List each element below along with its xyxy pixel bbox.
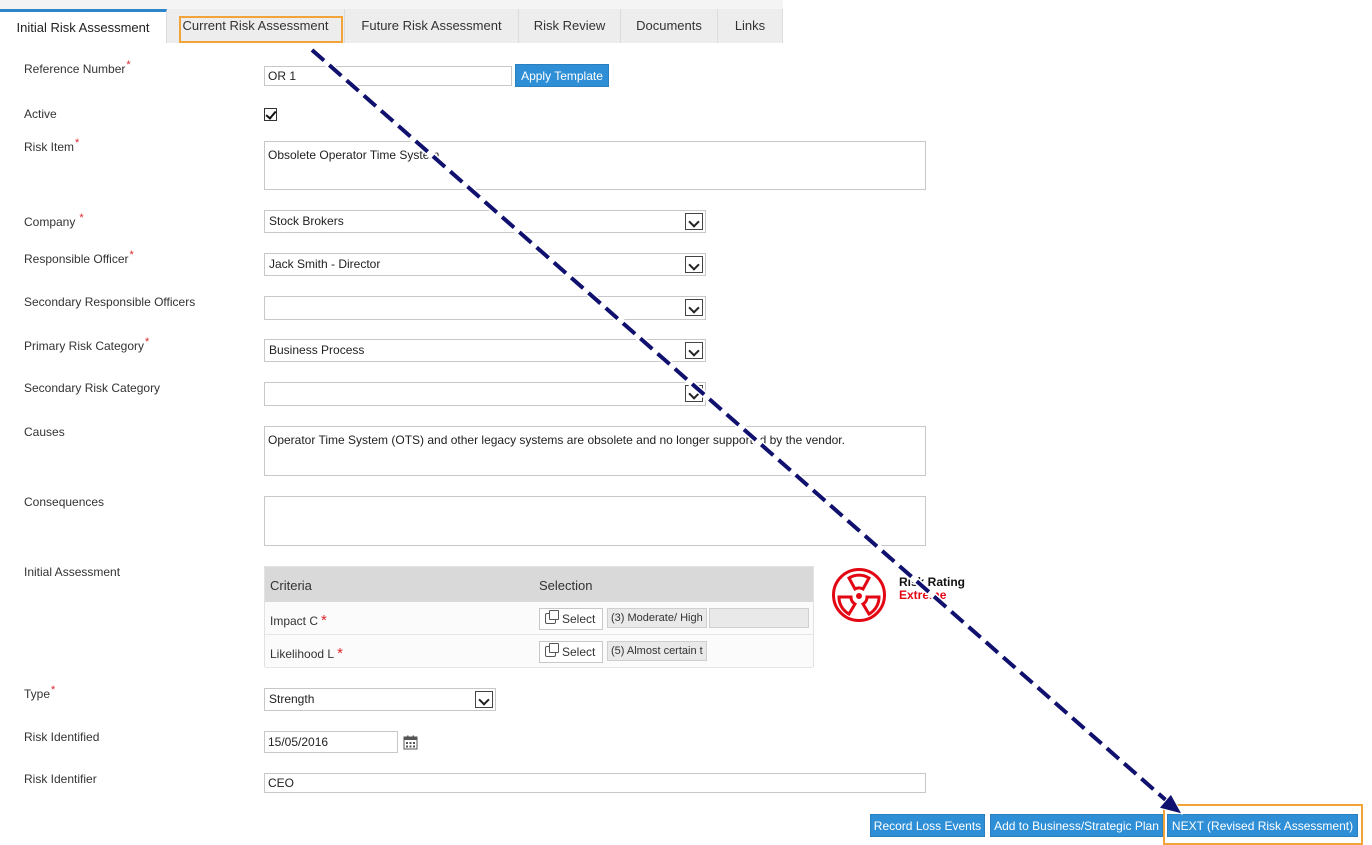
tab-risk-review[interactable]: Risk Review <box>519 9 621 43</box>
primary-risk-category-value: Business Process <box>269 343 365 357</box>
risk-rating-label: Risk Rating <box>899 575 966 589</box>
reference-number-label: Reference Number* <box>24 59 131 76</box>
initial-assessment-table: Criteria Selection Impact C * Select (3) … <box>264 566 814 668</box>
active-checkbox[interactable] <box>264 108 277 121</box>
responsible-officer-select[interactable]: Jack Smith - Director <box>264 253 706 276</box>
chevron-down-icon <box>685 256 703 273</box>
responsible-officer-label: Responsible Officer* <box>24 249 134 266</box>
copy-icon <box>545 610 559 624</box>
annotation-arrow <box>308 46 1183 815</box>
tab-links[interactable]: Links <box>718 9 783 43</box>
type-select-value: Strength <box>269 692 315 706</box>
type-label: Type* <box>24 684 56 701</box>
responsible-officer-select-value: Jack Smith - Director <box>269 257 381 271</box>
risk-identifier-input[interactable]: CEO <box>264 773 926 793</box>
likelihood-selected-value: (5) Almost certain t <box>607 641 707 661</box>
record-loss-events-button[interactable]: Record Loss Events <box>870 814 985 837</box>
criteria-column-header: Criteria <box>270 578 312 593</box>
company-label: Company * <box>24 212 84 229</box>
likelihood-criteria-label: Likelihood L * <box>270 645 343 662</box>
risk-item-textarea[interactable]: Obsolete Operator Time System <box>264 141 926 190</box>
impact-extra-field <box>709 608 809 628</box>
chevron-down-icon <box>475 691 493 708</box>
causes-label: Causes <box>24 425 65 439</box>
secondary-risk-category-label: Secondary Risk Category <box>24 381 161 395</box>
primary-risk-category-select[interactable]: Business Process <box>264 339 706 362</box>
selection-column-header: Selection <box>539 578 593 593</box>
secondary-responsible-officers-select[interactable] <box>264 296 706 320</box>
company-select-value: Stock Brokers <box>269 214 344 228</box>
secondary-responsible-officers-label: Secondary Responsible Officers <box>24 295 196 309</box>
add-to-strategic-plan-button[interactable]: Add to Business/Strategic Plan <box>990 814 1163 837</box>
tab-initial-risk-assessment[interactable]: Initial Risk Assessment <box>0 9 167 43</box>
chevron-down-icon <box>685 299 703 316</box>
company-select[interactable]: Stock Brokers <box>264 210 706 233</box>
assessment-table-header: Criteria Selection <box>265 567 813 602</box>
calendar-icon[interactable] <box>403 735 418 750</box>
radiation-hazard-icon <box>832 568 886 622</box>
consequences-textarea[interactable] <box>264 496 926 546</box>
active-label: Active <box>24 107 57 121</box>
chevron-down-icon <box>685 213 703 230</box>
next-revised-risk-assessment-button[interactable]: NEXT (Revised Risk Assessment) <box>1167 814 1358 837</box>
risk-item-label: Risk Item* <box>24 137 80 154</box>
risk-identified-label: Risk Identified <box>24 730 100 744</box>
causes-textarea[interactable]: Operator Time System (OTS) and other leg… <box>264 426 926 476</box>
risk-identified-date-input[interactable]: 15/05/2016 <box>264 731 398 753</box>
likelihood-select-button[interactable]: Select <box>539 641 603 663</box>
type-select[interactable]: Strength <box>264 688 496 711</box>
impact-criteria-label: Impact C * <box>270 612 327 629</box>
table-row: Impact C * Select (3) Moderate/ High <box>265 602 813 635</box>
chevron-down-icon <box>685 342 703 359</box>
consequences-label: Consequences <box>24 495 105 509</box>
secondary-risk-category-select[interactable] <box>264 382 706 406</box>
apply-template-button[interactable]: Apply Template <box>515 64 609 87</box>
initial-assessment-label: Initial Assessment <box>24 565 121 579</box>
tab-bar-filler <box>783 0 1372 43</box>
impact-selected-value: (3) Moderate/ High <box>607 608 707 628</box>
risk-identifier-label: Risk Identifier <box>24 772 97 786</box>
tab-documents[interactable]: Documents <box>621 9 718 43</box>
risk-rating-value: Extreme <box>899 588 947 602</box>
tab-current-risk-assessment[interactable]: Current Risk Assessment <box>167 9 345 43</box>
impact-select-button[interactable]: Select <box>539 608 603 630</box>
primary-risk-category-label: Primary Risk Category* <box>24 336 150 353</box>
reference-number-input[interactable]: OR 1 <box>264 66 512 86</box>
tab-future-risk-assessment[interactable]: Future Risk Assessment <box>345 9 519 43</box>
table-row: Likelihood L * Select (5) Almost certain … <box>265 635 813 668</box>
chevron-down-icon <box>685 385 703 402</box>
copy-icon <box>545 643 559 657</box>
